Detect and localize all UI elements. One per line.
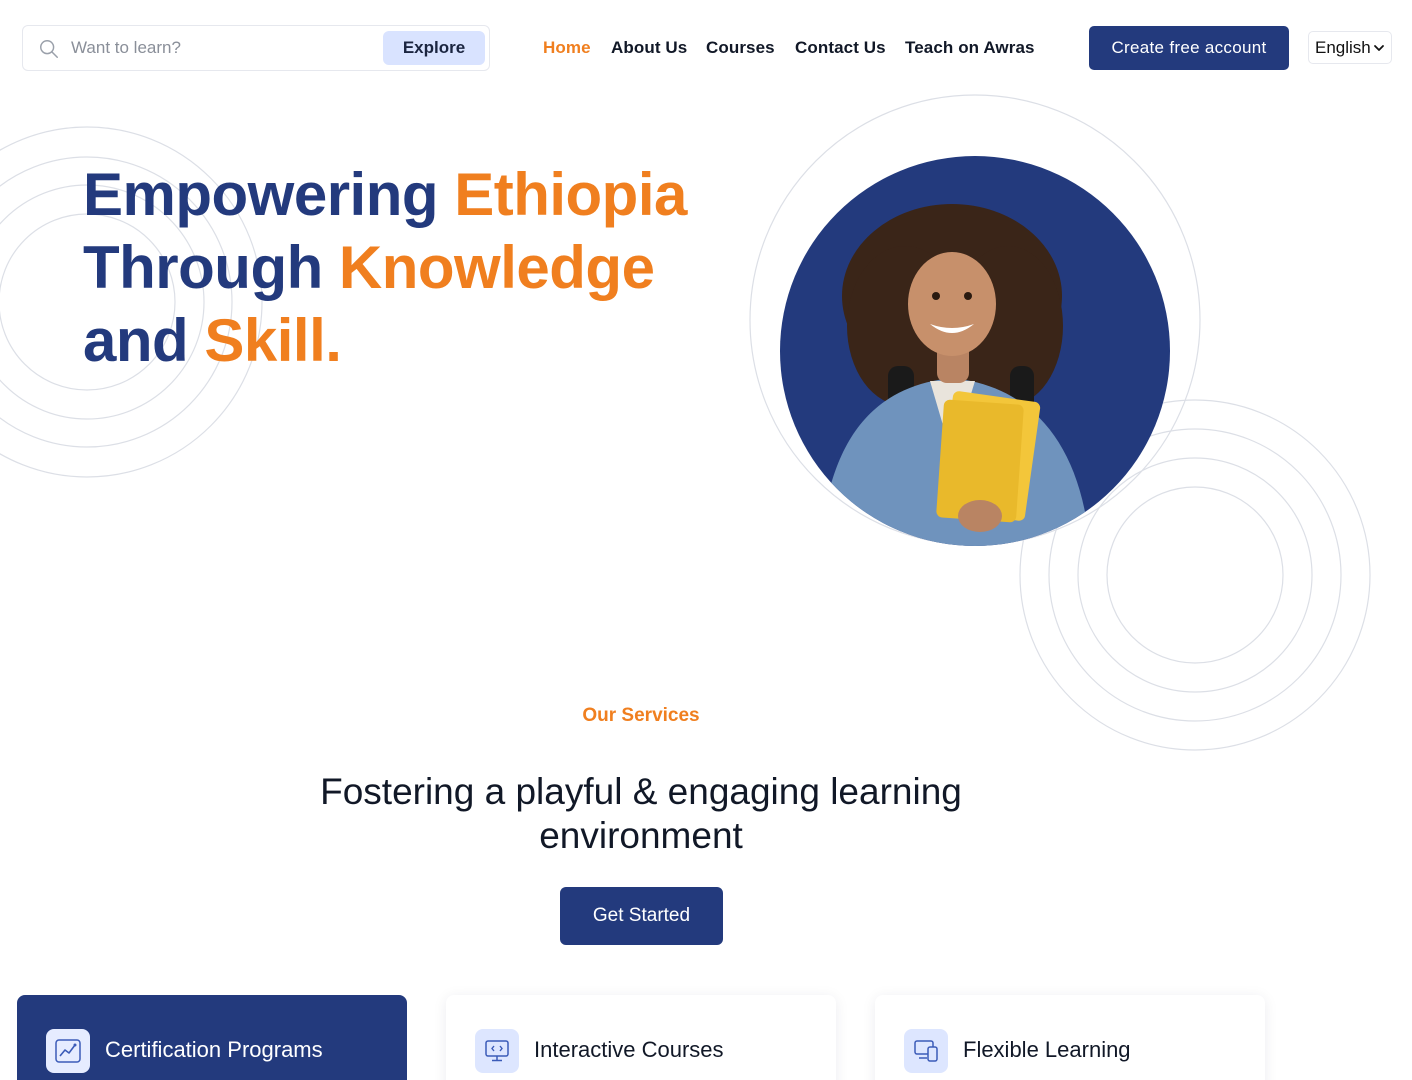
services-eyebrow: Our Services: [582, 705, 700, 726]
nav-contact-us[interactable]: Contact Us: [795, 38, 886, 58]
hero-line-2: Through Knowledge: [83, 234, 655, 301]
service-card-certification[interactable]: Certification Programs: [17, 995, 407, 1080]
nav-teach-on-awras[interactable]: Teach on Awras: [905, 38, 1035, 58]
language-label: English: [1315, 37, 1371, 57]
hero-line-1: Empowering Ethiopia: [83, 161, 687, 228]
hero-title: Empowering Ethiopia Through Knowledge an…: [83, 158, 703, 377]
search-input[interactable]: [71, 34, 391, 62]
monitor-code-icon: [475, 1029, 519, 1073]
search-icon: [40, 40, 58, 58]
nav-about-us[interactable]: About Us: [611, 38, 687, 58]
hero-line-3: and Skill.: [83, 307, 342, 374]
service-card-flexible[interactable]: Flexible Learning: [875, 995, 1265, 1080]
card-title: Certification Programs: [105, 1037, 323, 1062]
create-account-button[interactable]: Create free account: [1089, 26, 1289, 70]
devices-icon: [904, 1029, 948, 1073]
service-card-interactive[interactable]: Interactive Courses: [446, 995, 836, 1080]
student-illustration: [820, 204, 1090, 546]
card-title: Flexible Learning: [963, 1037, 1131, 1062]
nav-home[interactable]: Home: [543, 38, 591, 58]
services-heading: Fostering a playful & engaging learning …: [320, 771, 962, 856]
nav-courses[interactable]: Courses: [706, 38, 775, 58]
explore-button[interactable]: Explore: [383, 31, 485, 65]
chevron-down-icon: [1374, 45, 1384, 51]
language-select[interactable]: English: [1308, 31, 1392, 64]
search-bar: Explore: [22, 25, 490, 71]
hero-image: [780, 156, 1170, 546]
get-started-button[interactable]: Get Started: [560, 887, 723, 945]
chart-icon: [46, 1029, 90, 1073]
card-title: Interactive Courses: [534, 1037, 724, 1062]
